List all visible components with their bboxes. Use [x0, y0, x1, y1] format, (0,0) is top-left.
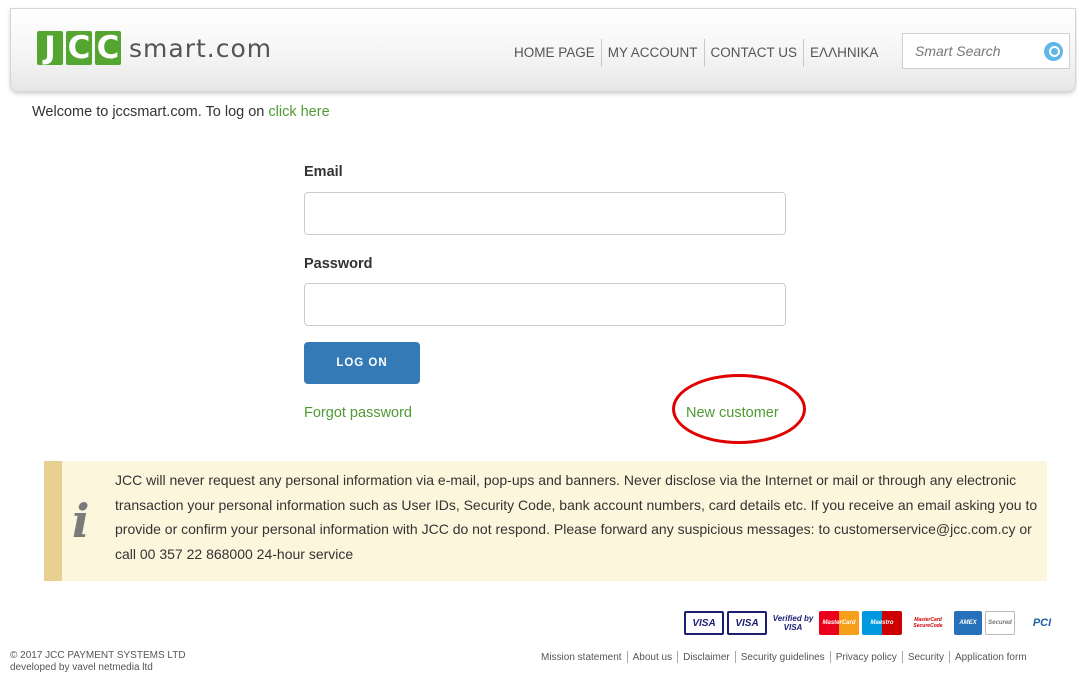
notice-text: JCC will never request any personal info… [115, 472, 1038, 562]
email-field[interactable] [304, 192, 786, 235]
footer-link-security[interactable]: Security [903, 652, 949, 663]
nav-home-page[interactable]: HOME PAGE [508, 39, 601, 67]
footer-link-about-us[interactable]: About us [628, 652, 677, 663]
jcc-logo[interactable]: J C C smart.com [37, 31, 272, 65]
forgot-password-link[interactable]: Forgot password [304, 405, 412, 421]
site-header: J C C smart.com HOME PAGE MY ACCOUNT CON… [10, 8, 1076, 92]
copyright-text: © 2017 JCC PAYMENT SYSTEMS LTD [10, 650, 186, 661]
smart-search-box [902, 33, 1070, 69]
search-input[interactable] [903, 34, 1043, 68]
visa-electron-logo: VISA [727, 611, 767, 635]
footer-link-mission-statement[interactable]: Mission statement [536, 652, 627, 663]
developer-credit: developed by vavel netmedia ltd [10, 662, 153, 673]
highlight-circle-annotation [672, 374, 806, 444]
nav-contact-us[interactable]: CONTACT US [705, 39, 804, 67]
amex-logo: AMEX [954, 611, 982, 635]
footer-link-application-form[interactable]: Application form [950, 652, 1032, 663]
mastercard-logo: MasterCard [819, 611, 859, 635]
pci-logo: PCI [1018, 611, 1066, 635]
footer-link-security-guidelines[interactable]: Security guidelines [736, 652, 830, 663]
logo-letter-c2: C [95, 30, 121, 66]
mastercard-securecode-logo: MasterCard SecureCode [905, 611, 951, 635]
password-label: Password [304, 256, 373, 272]
welcome-message: Welcome to jccsmart.com. To log on click… [32, 104, 330, 120]
verified-by-visa-logo: Verified by VISA [770, 611, 816, 635]
footer-link-disclaimer[interactable]: Disclaimer [678, 652, 735, 663]
nav-language-greek[interactable]: ΕΛΛΗΝΙΚΑ [804, 39, 884, 67]
logo-text: smart.com [129, 33, 273, 63]
copyright-block: © 2017 JCC PAYMENT SYSTEMS LTD developed… [10, 650, 186, 674]
security-notice: i JCC will never request any personal in… [44, 461, 1047, 581]
logo-letter-j: J [37, 31, 63, 65]
footer-links: Mission statement About us Disclaimer Se… [536, 651, 1032, 663]
visa-logo: VISA [684, 611, 724, 635]
nav-my-account[interactable]: MY ACCOUNT [602, 39, 704, 67]
payment-card-logos: VISA VISA Verified by VISA MasterCard Ma… [684, 611, 1066, 635]
logo-letter-c1: C [66, 30, 92, 66]
email-label: Email [304, 164, 343, 180]
secured-seal-logo: Secured [985, 611, 1015, 635]
log-on-button[interactable]: LOG ON [304, 342, 420, 384]
password-field[interactable] [304, 283, 786, 326]
maestro-logo: Maestro [862, 611, 902, 635]
welcome-text: Welcome to jccsmart.com. To log on [32, 104, 269, 120]
click-here-link[interactable]: click here [268, 104, 329, 120]
info-icon: i [72, 494, 90, 548]
search-icon[interactable] [1044, 42, 1063, 61]
footer-link-privacy-policy[interactable]: Privacy policy [831, 652, 902, 663]
main-nav: HOME PAGE MY ACCOUNT CONTACT US ΕΛΛΗΝΙΚΑ [508, 39, 884, 67]
